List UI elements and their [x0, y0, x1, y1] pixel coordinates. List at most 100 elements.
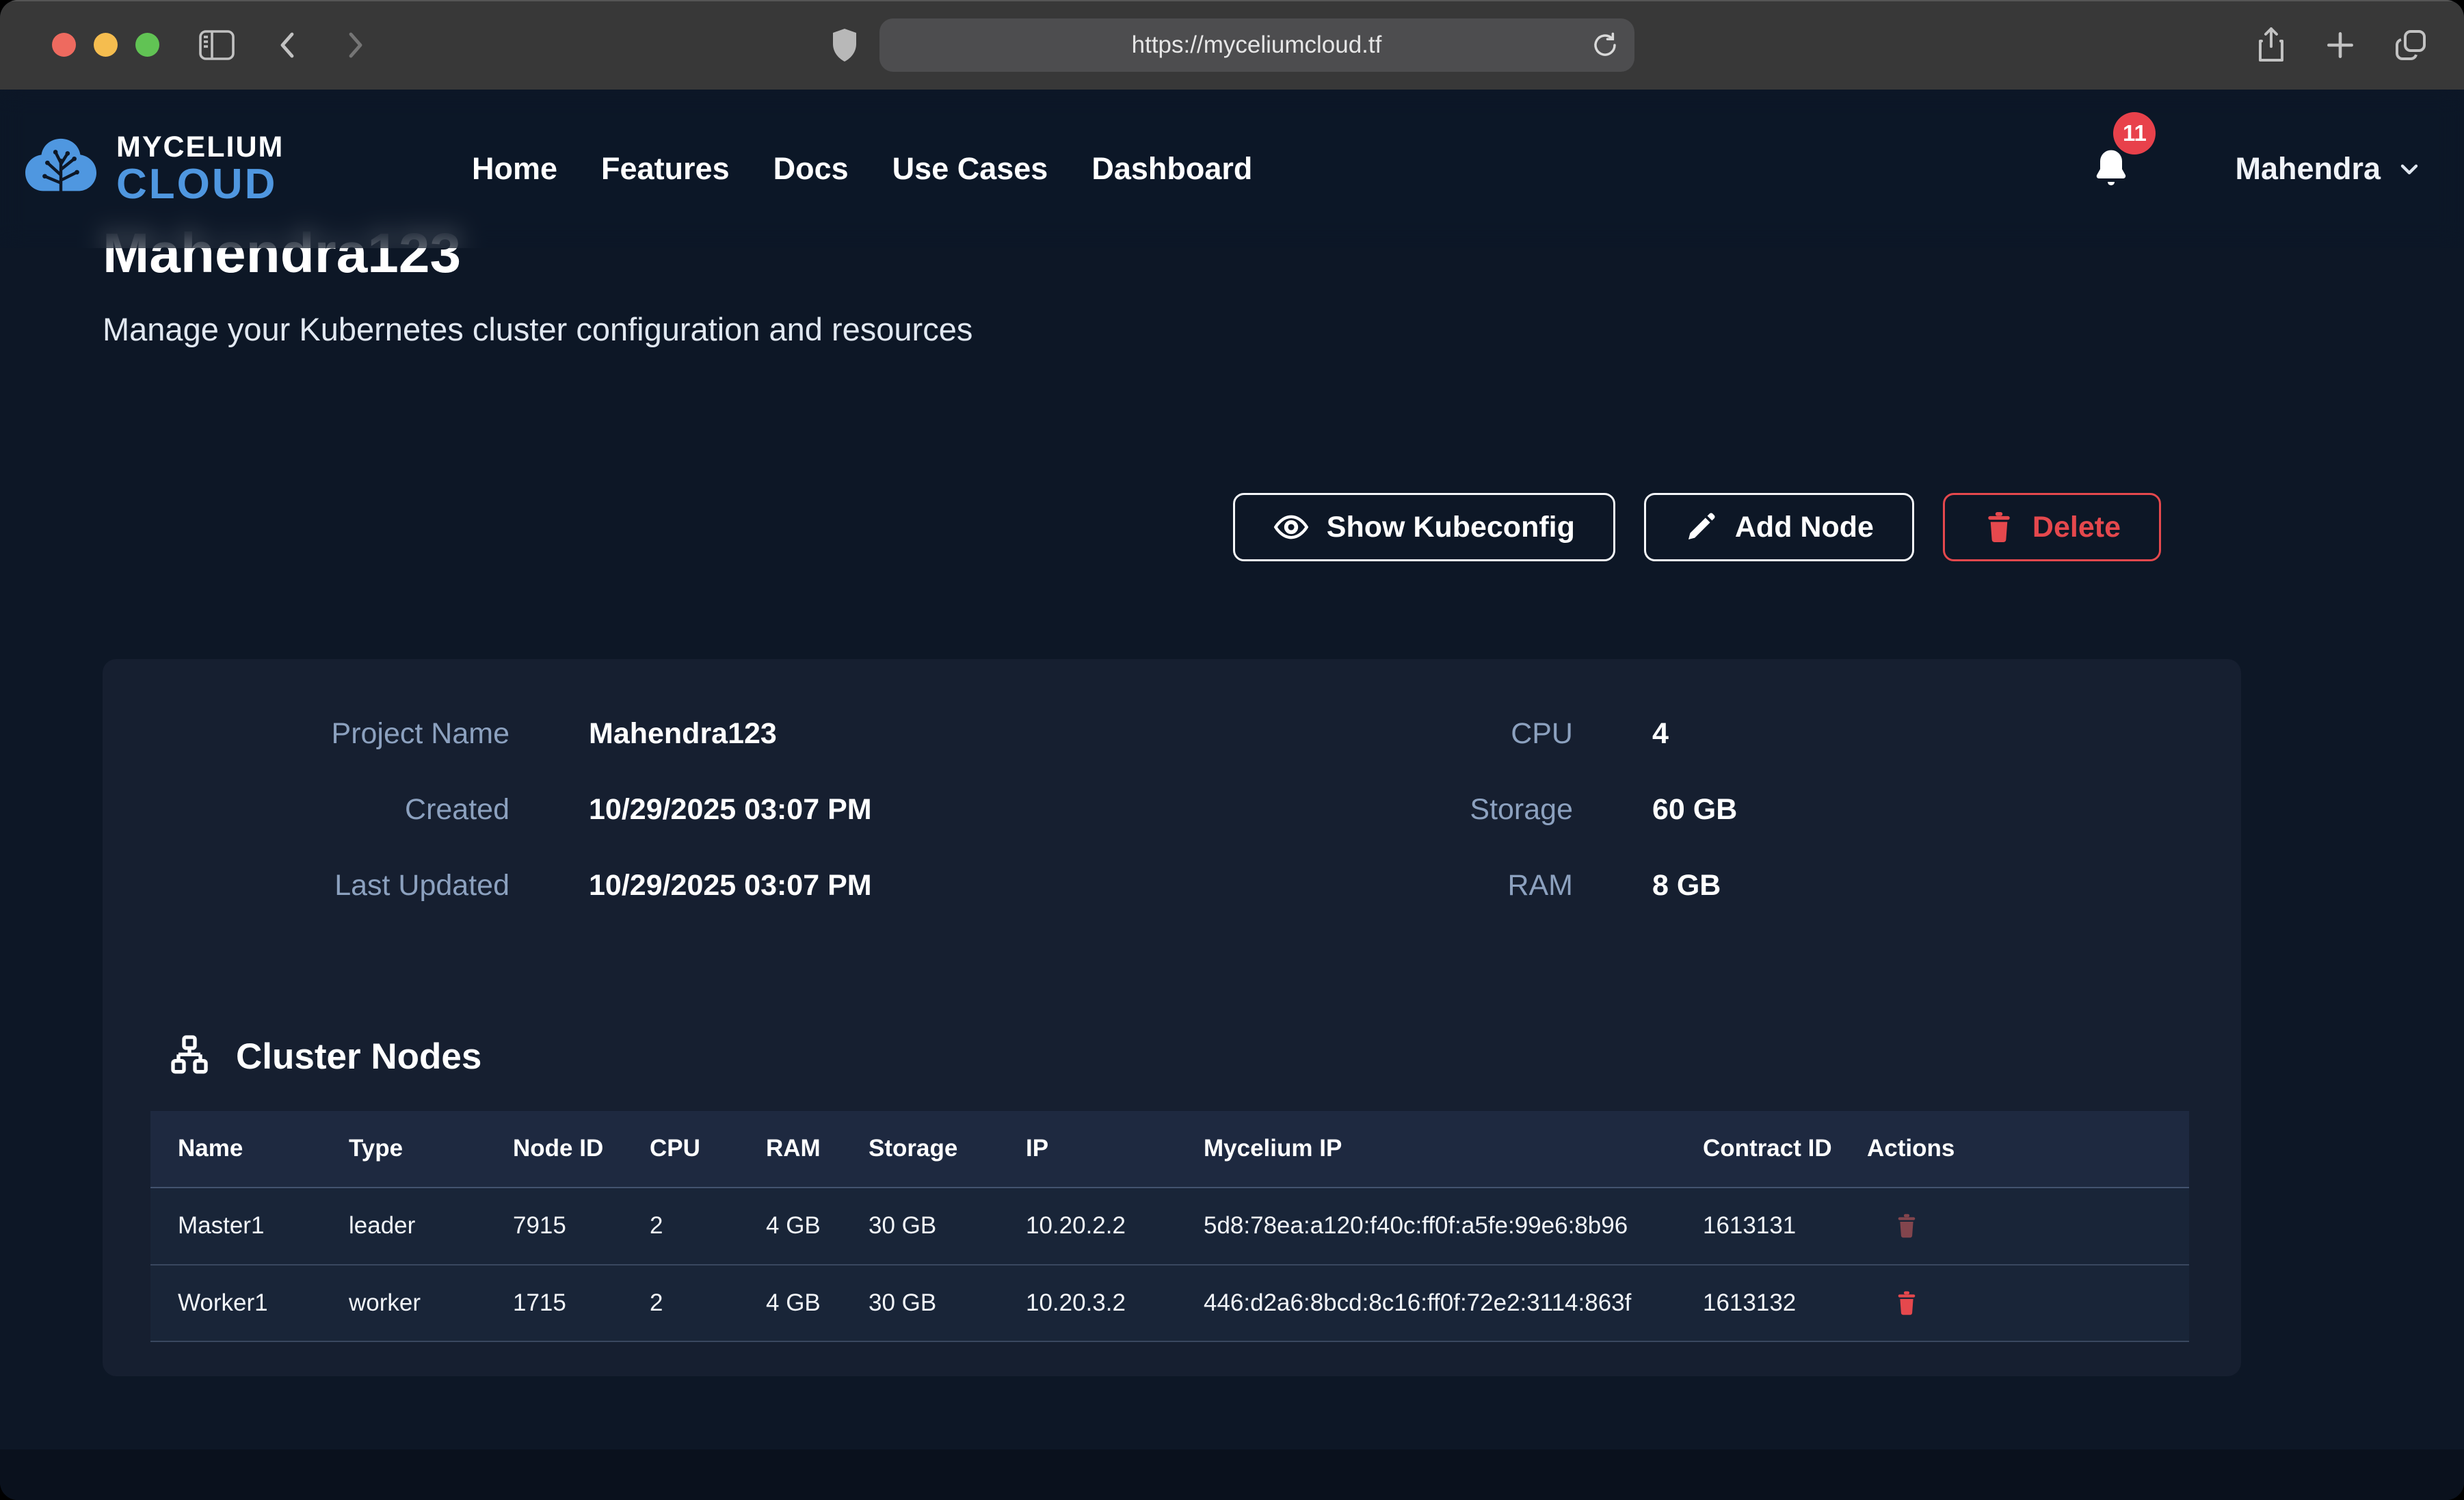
created-label: Created — [239, 793, 509, 827]
show-kubeconfig-button[interactable]: Show Kubeconfig — [1233, 493, 1615, 561]
user-menu[interactable]: Mahendra — [2235, 151, 2423, 187]
mycelium-cloud-logo-icon — [21, 133, 101, 204]
cluster-nodes-table: Name Type Node ID CPU RAM Storage IP Myc… — [150, 1111, 2189, 1342]
cell-ram: 4 GB — [739, 1188, 841, 1265]
ram-value: 8 GB — [1652, 869, 1721, 902]
table-row: Master1 leader 7915 2 4 GB 30 GB 10.20.2… — [150, 1188, 2189, 1265]
nav-link-docs[interactable]: Docs — [773, 151, 849, 187]
privacy-shield-icon[interactable] — [830, 27, 859, 63]
last-updated-value: 10/29/2025 03:07 PM — [589, 869, 872, 902]
cell-type: worker — [321, 1265, 486, 1342]
cell-cpu: 2 — [622, 1265, 739, 1342]
cell-ram: 4 GB — [739, 1265, 841, 1342]
details-right-column: CPU 4 Storage 60 GB RAM 8 GB — [1368, 717, 1737, 945]
cell-mycelium-ip: 446:d2a6:8bcd:8c16:ff0f:72e2:3114:863f — [1176, 1265, 1675, 1342]
cell-name: Worker1 — [150, 1265, 321, 1342]
trash-icon — [1983, 510, 2015, 544]
cluster-nodes-header: Cluster Nodes — [168, 1034, 2241, 1078]
footer-strip — [0, 1449, 2464, 1500]
reload-icon[interactable] — [1591, 31, 1619, 59]
browser-chrome: https://myceliumcloud.tf — [0, 0, 2464, 90]
detail-row: RAM 8 GB — [1368, 869, 1737, 902]
col-cpu: CPU — [622, 1111, 739, 1188]
ram-label: RAM — [1368, 869, 1573, 902]
nav-link-use-cases[interactable]: Use Cases — [892, 151, 1048, 187]
created-value: 10/29/2025 03:07 PM — [589, 793, 872, 827]
cell-cpu: 2 — [622, 1188, 739, 1265]
last-updated-label: Last Updated — [239, 869, 509, 902]
cell-mycelium-ip: 5d8:78ea:a120:f40c:ff0f:a5fe:99e6:8b96 — [1176, 1188, 1675, 1265]
project-name-label: Project Name — [239, 717, 509, 751]
notifications-button[interactable]: 11 — [2090, 146, 2132, 191]
col-type: Type — [321, 1111, 486, 1188]
cell-type: leader — [321, 1188, 486, 1265]
col-contract-id: Contract ID — [1675, 1111, 1840, 1188]
col-mycelium-ip: Mycelium IP — [1176, 1111, 1675, 1188]
brand-logo[interactable]: MYCELIUM CLOUD — [21, 133, 472, 206]
share-icon[interactable] — [2255, 26, 2288, 64]
browser-window: https://myceliumcloud.tf — [0, 0, 2464, 1500]
col-actions: Actions — [1840, 1111, 2189, 1188]
tab-overview-icon[interactable] — [2393, 27, 2428, 63]
storage-value: 60 GB — [1652, 793, 1737, 827]
delete-node-button[interactable] — [1894, 1289, 1919, 1317]
minimize-window-button[interactable] — [94, 33, 118, 57]
cluster-actions: Show Kubeconfig Add Node — [103, 493, 2161, 561]
cell-node-id: 7915 — [486, 1188, 622, 1265]
detail-row: Created 10/29/2025 03:07 PM — [239, 793, 872, 827]
chevron-down-icon — [2396, 155, 2423, 183]
detail-row: Last Updated 10/29/2025 03:07 PM — [239, 869, 872, 902]
add-node-label: Add Node — [1735, 511, 1874, 544]
details-left-column: Project Name Mahendra123 Created 10/29/2… — [239, 717, 872, 945]
col-name: Name — [150, 1111, 321, 1188]
brand-text: MYCELIUM CLOUD — [116, 133, 284, 206]
site-navbar: MYCELIUM CLOUD Home Features Docs Use Ca… — [0, 90, 2464, 248]
detail-row: Storage 60 GB — [1368, 793, 1737, 827]
fullscreen-window-button[interactable] — [135, 33, 159, 57]
page-content: Mahendra123 Manage your Kubernetes clust… — [0, 90, 2464, 1376]
close-window-button[interactable] — [52, 33, 76, 57]
trash-icon — [1894, 1211, 1919, 1240]
table-row: Worker1 worker 1715 2 4 GB 30 GB 10.20.3… — [150, 1265, 2189, 1342]
brand-line1: MYCELIUM — [116, 133, 284, 162]
address-bar-area: https://myceliumcloud.tf — [830, 0, 1634, 90]
cpu-value: 4 — [1652, 717, 1669, 751]
nav-link-dashboard[interactable]: Dashboard — [1091, 151, 1252, 187]
detail-row: Project Name Mahendra123 — [239, 717, 872, 751]
nav-links: Home Features Docs Use Cases Dashboard — [472, 151, 1252, 187]
show-kubeconfig-label: Show Kubeconfig — [1327, 511, 1575, 544]
nav-link-features[interactable]: Features — [601, 151, 730, 187]
detail-row: CPU 4 — [1368, 717, 1737, 751]
project-name-value: Mahendra123 — [589, 717, 777, 751]
notification-badge: 11 — [2113, 112, 2156, 155]
col-storage: Storage — [841, 1111, 998, 1188]
cluster-details: Project Name Mahendra123 Created 10/29/2… — [103, 717, 2241, 991]
add-node-button[interactable]: Add Node — [1644, 493, 1914, 561]
delete-cluster-button[interactable]: Delete — [1943, 493, 2161, 561]
cell-ip: 10.20.2.2 — [998, 1188, 1176, 1265]
cluster-nodes-icon — [168, 1034, 211, 1078]
new-tab-icon[interactable] — [2323, 28, 2357, 62]
col-node-id: Node ID — [486, 1111, 622, 1188]
col-ram: RAM — [739, 1111, 841, 1188]
trash-icon — [1894, 1289, 1919, 1317]
forward-button-icon[interactable] — [341, 29, 369, 62]
delete-cluster-label: Delete — [2032, 511, 2121, 544]
page: Mahendra123 Manage your Kubernetes clust… — [0, 90, 2464, 1500]
page-subtitle: Manage your Kubernetes cluster configura… — [103, 310, 2464, 348]
delete-node-button[interactable] — [1894, 1211, 1919, 1240]
cell-contract-id: 1613131 — [1675, 1188, 1840, 1265]
sidebar-toggle-icon[interactable] — [199, 30, 235, 60]
cpu-label: CPU — [1368, 717, 1573, 751]
eye-icon — [1273, 509, 1309, 545]
url-bar[interactable]: https://myceliumcloud.tf — [879, 18, 1634, 72]
storage-label: Storage — [1368, 793, 1573, 827]
url-text: https://myceliumcloud.tf — [1132, 31, 1382, 59]
brand-line2: CLOUD — [116, 163, 284, 206]
cluster-nodes-title: Cluster Nodes — [236, 1036, 481, 1077]
pencil-icon — [1684, 511, 1717, 544]
nav-link-home[interactable]: Home — [472, 151, 557, 187]
cell-contract-id: 1613132 — [1675, 1265, 1840, 1342]
back-button-icon[interactable] — [274, 29, 302, 62]
window-controls — [52, 33, 159, 57]
